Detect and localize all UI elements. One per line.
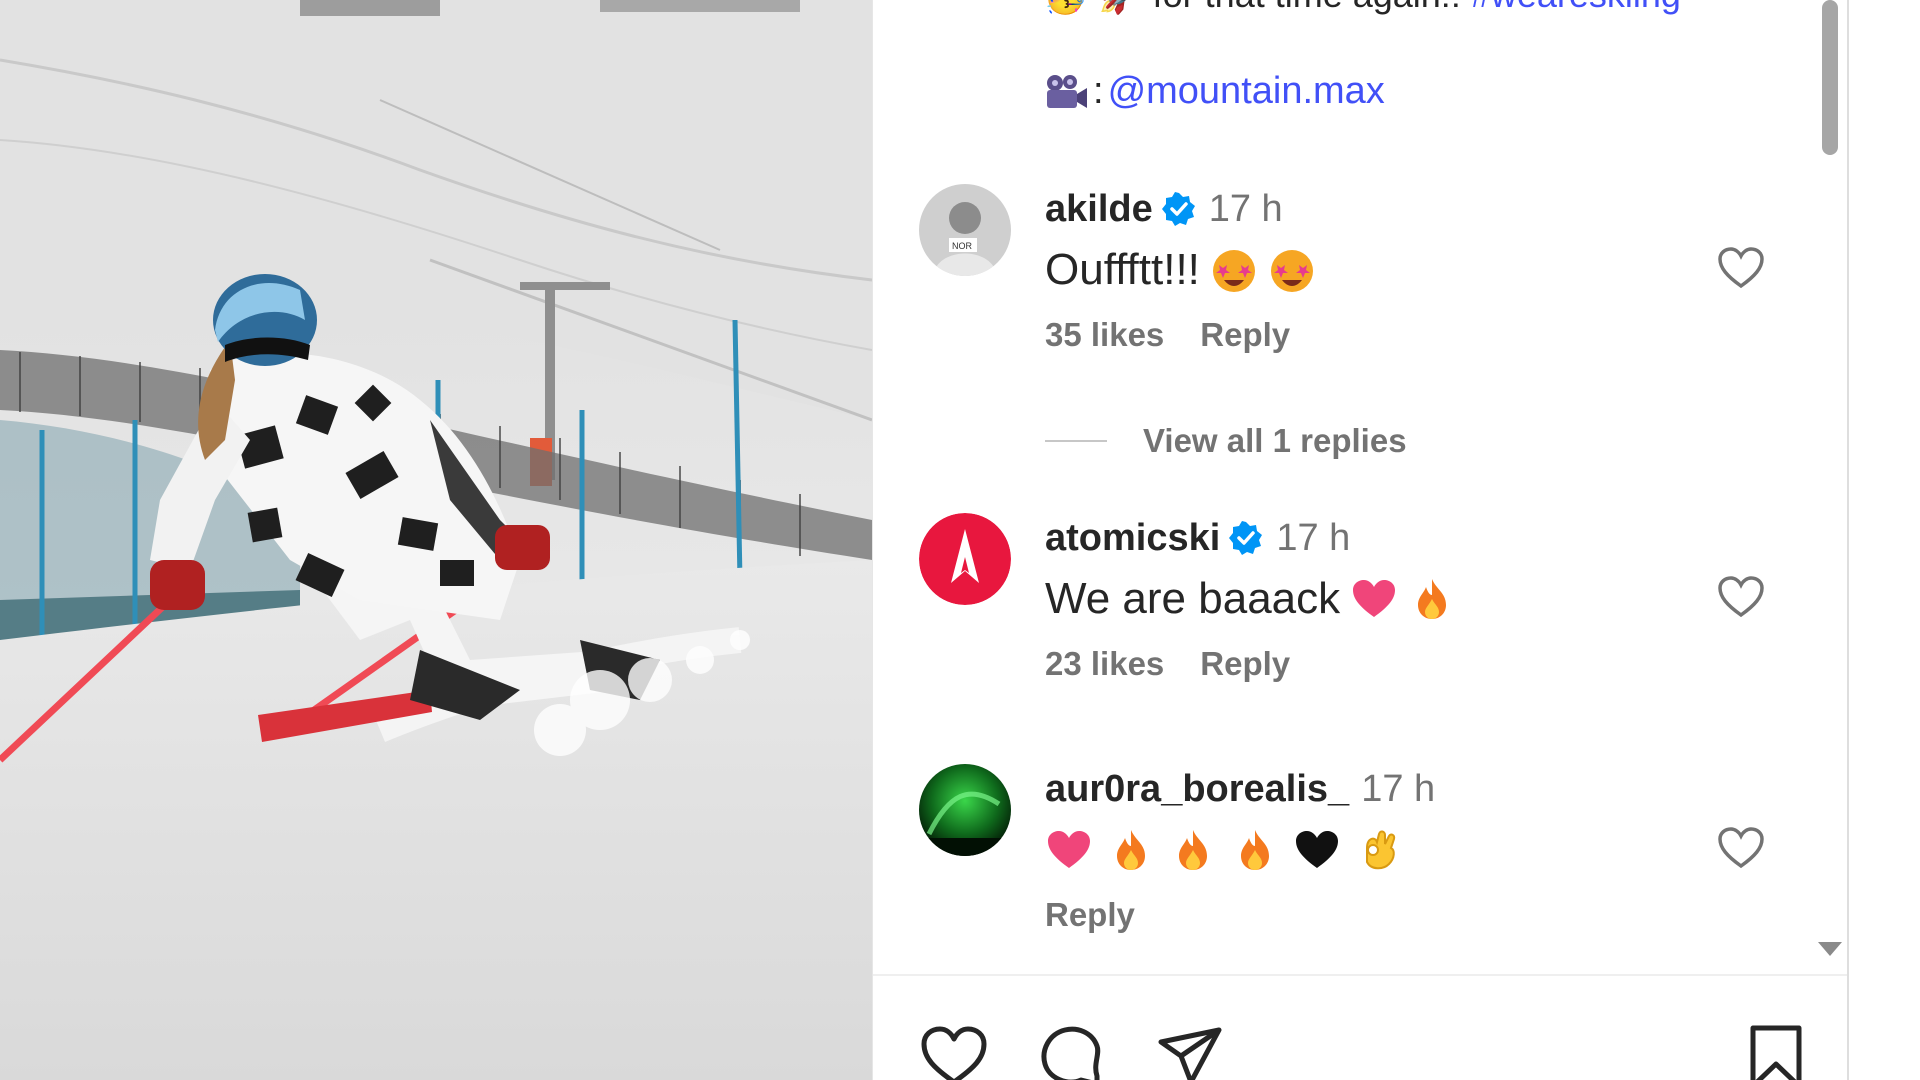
comment-meta: 35 likes Reply (1045, 316, 1685, 354)
comment-likes-count[interactable]: 35 likes (1045, 316, 1164, 354)
comment-header: aur0ra_borealis_ 17 h (1045, 764, 1685, 814)
post-action-bar (873, 974, 1849, 1080)
post-media[interactable] (0, 0, 872, 1080)
svg-text:NOR: NOR (952, 241, 973, 251)
comment-header: akilde 17 h (1045, 184, 1685, 234)
comment-timestamp[interactable]: 17 h (1361, 768, 1435, 811)
comment-meta: 23 likes Reply (1045, 645, 1685, 683)
verified-badge-icon (1228, 520, 1264, 556)
comment-body: atomicski 17 h We are baaack 23 likes Re… (1045, 513, 1685, 683)
atomic-logo-avatar[interactable] (919, 513, 1011, 605)
instagram-post-view: 🥳 🚀 for that time again!! #weareskiing :… (0, 0, 1920, 1080)
fire-emoji-icon (1408, 575, 1456, 623)
comment-username[interactable]: akilde (1045, 188, 1153, 231)
comment-header: atomicski 17 h (1045, 513, 1685, 563)
comment-username[interactable]: aur0ra_borealis_ (1045, 768, 1349, 811)
comment-text-content: Ouffftt!!! (1045, 245, 1200, 294)
caption-text: 🥳 🚀 for that time again!! (1043, 0, 1471, 15)
scroll-down-arrow-icon[interactable] (1818, 942, 1842, 956)
black-heart-emoji-icon (1293, 826, 1341, 874)
bookmark-icon[interactable] (1741, 1024, 1811, 1080)
comments-panel: 🥳 🚀 for that time again!! #weareskiing :… (872, 0, 1849, 1080)
video-camera-icon (1043, 72, 1089, 112)
paper-plane-icon[interactable] (1155, 1024, 1225, 1080)
comment-bubble-icon[interactable] (1037, 1024, 1107, 1080)
heart-icon[interactable] (919, 1024, 989, 1080)
fire-emoji-icon (1169, 826, 1217, 874)
comment-text (1045, 822, 1685, 878)
comment-like-heart-icon[interactable] (1717, 246, 1765, 290)
credit-mention-link[interactable]: @mountain.max (1108, 70, 1385, 113)
comment-body: akilde 17 h Ouffftt!!! 35 likes Reply (1045, 184, 1685, 354)
pink-heart-emoji-icon (1045, 826, 1093, 874)
akilde-avatar[interactable]: NOR (919, 184, 1011, 276)
fire-emoji-icon (1107, 826, 1155, 874)
pink-heart-emoji-icon (1350, 575, 1398, 623)
comments-scroll-area[interactable]: 🥳 🚀 for that time again!! #weareskiing :… (873, 0, 1808, 974)
comment-text-content: We are baaack (1045, 574, 1341, 623)
comments-scrollbar[interactable] (1808, 0, 1848, 974)
comment-username[interactable]: atomicski (1045, 517, 1220, 560)
reply-button[interactable]: Reply (1045, 896, 1135, 934)
credit-prefix: : (1093, 70, 1104, 112)
comment-meta: Reply (1045, 896, 1685, 934)
comment-text: We are baaack (1045, 571, 1685, 627)
reply-button[interactable]: Reply (1200, 316, 1290, 354)
aurora-avatar[interactable] (919, 764, 1011, 856)
comment-timestamp[interactable]: 17 h (1276, 517, 1350, 560)
star-struck-emoji-icon (1268, 246, 1316, 294)
view-replies-label[interactable]: View all 1 replies (1143, 422, 1407, 460)
comment-text: Ouffftt!!! (1045, 242, 1685, 298)
reply-button[interactable]: Reply (1200, 645, 1290, 683)
fire-emoji-icon (1231, 826, 1279, 874)
comment-likes-count[interactable]: 23 likes (1045, 645, 1164, 683)
view-replies-button[interactable]: View all 1 replies (1045, 422, 1407, 460)
comment-like-heart-icon[interactable] (1717, 575, 1765, 619)
hashtag-link[interactable]: #weareskiing (1471, 0, 1681, 15)
comment-body: aur0ra_borealis_ 17 h Reply (1045, 764, 1685, 934)
caption-text-cut: 🥳 🚀 for that time again!! #weareskiing (1043, 0, 1681, 16)
star-struck-emoji-icon (1210, 246, 1258, 294)
caption-credit: : @mountain.max (1043, 70, 1385, 113)
ok-hand-emoji-icon (1355, 826, 1403, 874)
comment-like-heart-icon[interactable] (1717, 826, 1765, 870)
comment-timestamp[interactable]: 17 h (1209, 188, 1283, 231)
ski-photo (0, 0, 872, 1080)
view-replies-divider (1045, 440, 1107, 442)
page-background (1849, 0, 1920, 1080)
verified-badge-icon (1161, 191, 1197, 227)
scrollbar-thumb[interactable] (1822, 0, 1838, 155)
